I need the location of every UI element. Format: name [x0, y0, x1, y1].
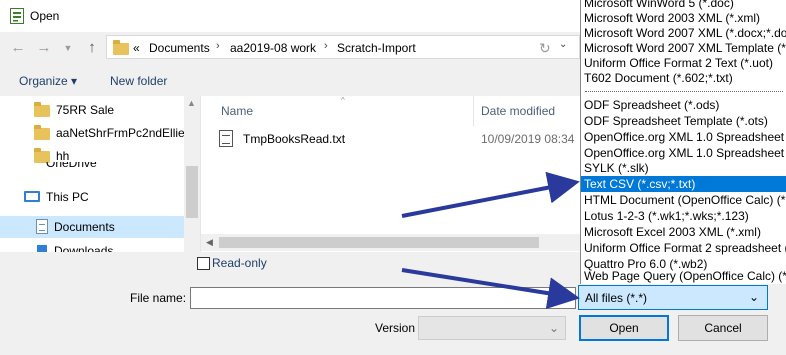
breadcrumb-overflow[interactable]: «	[133, 41, 140, 55]
file-type-option[interactable]: Web Page Query (OpenOffice Calc) (*.h	[581, 268, 786, 284]
column-header-name[interactable]: Name	[221, 104, 253, 118]
column-header-date-modified[interactable]: Date modified	[481, 104, 555, 118]
refresh-icon[interactable]: ↻	[539, 40, 551, 57]
breadcrumb-separator-icon: ›	[324, 40, 328, 52]
version-label: Version	[375, 321, 416, 335]
nav-item-label: 75RR Sale	[56, 103, 115, 117]
up-arrow-icon[interactable]: ↑	[84, 40, 100, 56]
nav-item-75rr-sale[interactable]: 75RR Sale	[0, 99, 184, 121]
forward-arrow-icon[interactable]: →	[36, 40, 52, 56]
scrollbar-thumb[interactable]	[186, 166, 198, 218]
nav-item-onedrive[interactable]: OneDrive	[0, 162, 184, 174]
file-type-option[interactable]: Uniform Office Format 2 Text (*.uot)	[581, 55, 786, 71]
nav-item-label: hh	[56, 149, 70, 163]
file-type-option[interactable]: T602 Document (*.602;*.txt)	[581, 70, 786, 86]
documents-icon	[36, 219, 48, 234]
read-only-checkbox[interactable]	[197, 257, 210, 270]
file-type-option[interactable]: Lotus 1-2-3 (*.wk1;*.wks;*.123)	[581, 208, 786, 224]
sort-indicator-icon: ^	[341, 96, 345, 105]
file-name: TmpBooksRead.txt	[243, 132, 346, 146]
version-select[interactable]: ⌄	[418, 316, 566, 340]
file-type-option[interactable]: OpenOffice.org XML 1.0 Spreadsheet (*	[581, 129, 786, 145]
breadcrumb-scratch-import[interactable]: Scratch-Import	[337, 41, 416, 55]
chevron-down-icon[interactable]: ⌄	[749, 290, 759, 304]
column-divider[interactable]	[473, 96, 474, 126]
new-folder-button[interactable]: New folder	[110, 74, 167, 88]
chevron-down-icon[interactable]: ⌄	[562, 290, 571, 303]
list-separator	[585, 91, 783, 92]
window-title: Open	[30, 9, 60, 23]
file-name-label: File name:	[130, 291, 187, 305]
nav-item-aanetshrfrmpc2ndellie[interactable]: aaNetShrFrmPc2ndEllie	[0, 122, 185, 144]
downloads-icon	[37, 245, 47, 252]
scroll-up-icon[interactable]: ▲	[187, 98, 196, 108]
toolbar: Organize ▾ New folder	[0, 64, 580, 96]
nav-item-downloads[interactable]: Downloads	[0, 242, 184, 252]
recent-chevron-icon[interactable]: ▼	[60, 40, 76, 56]
file-date: 10/09/2019 08:34	[481, 132, 575, 146]
address-dropdown-icon[interactable]: ⌄	[559, 39, 567, 50]
file-type-option-selected[interactable]: Text CSV (*.csv;*.txt)	[581, 176, 786, 192]
scroll-left-icon[interactable]: ◀	[206, 237, 213, 248]
nav-item-label: Documents	[54, 220, 115, 234]
file-type-selected: All files (*.*)	[585, 291, 648, 305]
read-only-label[interactable]: Read-only	[212, 256, 267, 270]
chevron-down-icon[interactable]: ⌄	[549, 321, 559, 335]
folder-icon	[113, 40, 129, 55]
file-type-option[interactable]: ODF Spreadsheet (*.ods)	[581, 97, 786, 113]
file-type-option[interactable]: ODF Spreadsheet Template (*.ots)	[581, 113, 786, 129]
filelist-scrollbar[interactable]: ◀	[201, 234, 581, 251]
folder-icon	[34, 125, 50, 140]
text-file-icon	[219, 130, 233, 147]
open-dialog: Open ← → ▼ ↑ « Documents › aa2019-08 wor…	[0, 0, 786, 355]
file-type-option[interactable]: Uniform Office Format 2 spreadsheet (	[581, 240, 786, 256]
folder-icon	[34, 102, 50, 117]
computer-icon	[24, 191, 40, 202]
nav-item-label: Downloads	[54, 244, 114, 252]
file-name-input[interactable]: ⌄	[190, 287, 576, 309]
file-type-option[interactable]: Microsoft Word 2007 XML (*.docx;*.do	[581, 25, 786, 41]
breadcrumb-documents[interactable]: Documents	[149, 41, 210, 55]
back-arrow-icon[interactable]: ←	[10, 40, 26, 56]
breadcrumb-aa2019-08-work[interactable]: aa2019-08 work	[230, 41, 316, 55]
navigation-pane[interactable]: 75RR Sale aaNetShrFrmPc2ndEllie hh OneDr…	[0, 96, 200, 252]
scrollbar-thumb[interactable]	[219, 237, 539, 248]
open-button[interactable]: Open	[579, 315, 669, 341]
title-bar: Open	[0, 0, 580, 32]
nav-item-label: OneDrive	[46, 162, 97, 170]
nav-item-label: This PC	[46, 190, 89, 204]
file-row[interactable]: TmpBooksRead.txt 10/09/2019 08:34	[215, 128, 581, 150]
breadcrumb-separator-icon: ›	[216, 40, 220, 52]
file-type-dropdown-list[interactable]: Microsoft WinWord 5 (*.doc) Microsoft Wo…	[580, 0, 786, 284]
organize-button[interactable]: Organize ▾	[19, 74, 77, 88]
file-type-select[interactable]: All files (*.*) ⌄	[578, 285, 768, 310]
navpane-scrollbar[interactable]: ▲	[184, 96, 200, 252]
file-type-option[interactable]: HTML Document (OpenOffice Calc) (*.h	[581, 192, 786, 208]
app-icon	[10, 8, 24, 24]
file-type-option[interactable]: Microsoft Excel 2003 XML (*.xml)	[581, 224, 786, 240]
address-bar[interactable]: « Documents › aa2019-08 work › Scratch-I…	[106, 35, 580, 59]
file-type-option[interactable]: OpenOffice.org XML 1.0 Spreadsheet T	[581, 145, 786, 161]
file-type-option[interactable]: SYLK (*.slk)	[581, 160, 786, 176]
nav-item-label: aaNetShrFrmPc2ndEllie	[56, 126, 185, 140]
file-type-option[interactable]: Microsoft Word 2007 XML Template (*.	[581, 40, 786, 56]
file-type-option[interactable]: Microsoft Word 2003 XML (*.xml)	[581, 10, 786, 26]
nav-item-this-pc[interactable]: This PC	[0, 186, 184, 208]
cancel-button[interactable]: Cancel	[678, 315, 768, 341]
file-list[interactable]: ^ Name Date modified TmpBooksRead.txt 10…	[200, 96, 581, 252]
nav-item-documents[interactable]: Documents	[0, 216, 184, 238]
